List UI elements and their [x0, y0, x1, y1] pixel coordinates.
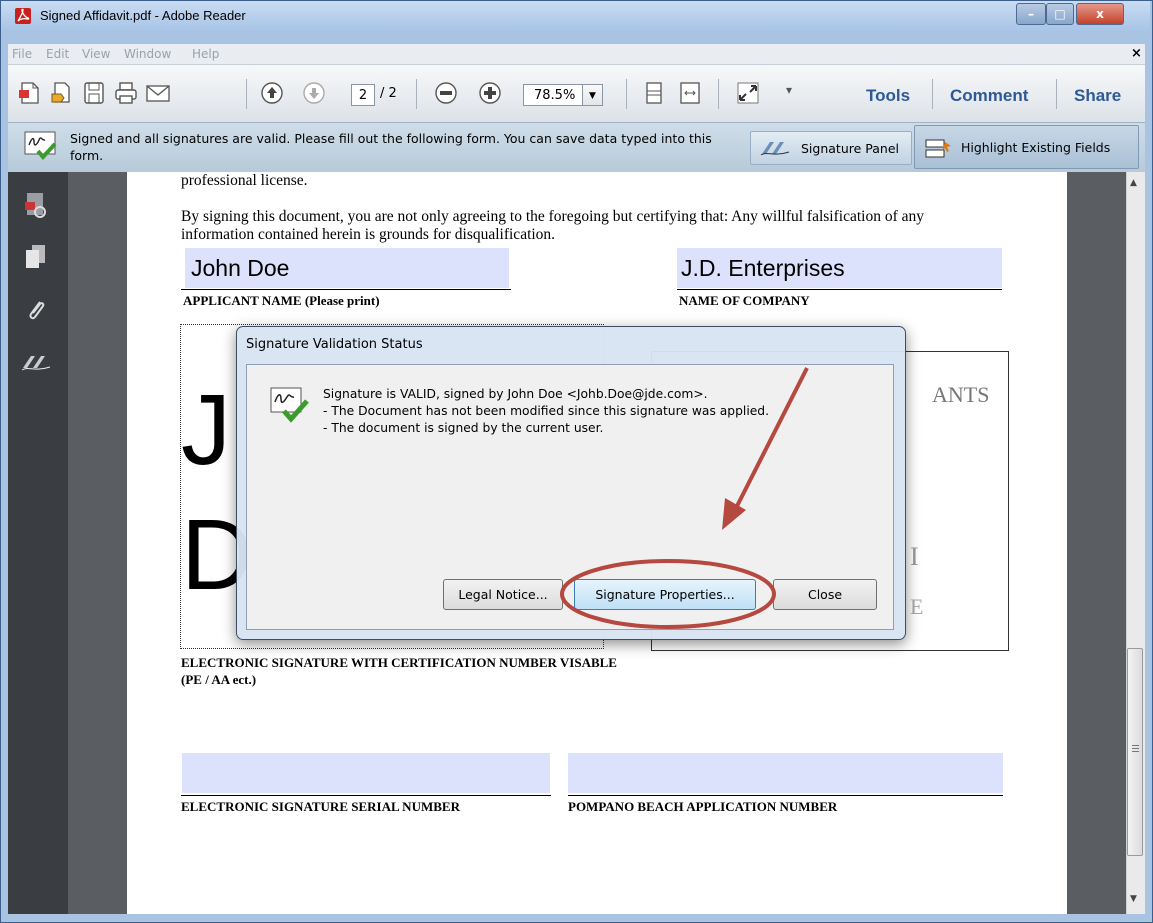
next-page-icon[interactable]	[300, 80, 328, 106]
document-message-bar: Signed and all signatures are valid. Ple…	[8, 122, 1145, 173]
window-title: Signed Affidavit.pdf - Adobe Reader	[40, 8, 246, 23]
serial-number-label: ELECTRONIC SIGNATURE SERIAL NUMBER	[181, 799, 460, 814]
message-bar-text: Signed and all signatures are valid. Ple…	[70, 131, 712, 163]
zoom-in-icon[interactable]	[476, 80, 504, 106]
print-icon[interactable]	[112, 80, 140, 106]
toolbar-separator	[246, 79, 247, 109]
legal-notice-button[interactable]: Legal Notice...	[443, 579, 563, 610]
full-screen-icon[interactable]	[734, 80, 762, 106]
previous-page-icon[interactable]	[258, 80, 286, 106]
dialog-line-valid: Signature is VALID, signed by John Doe <…	[323, 387, 708, 401]
close-document-icon[interactable]: ×	[1131, 46, 1142, 61]
highlight-fields-label: Highlight Existing Fields	[961, 140, 1111, 155]
doc-text-professional-license: professional license.	[181, 172, 308, 189]
company-name-label: NAME OF COMPANY	[679, 293, 810, 308]
dialog-message: Signature is VALID, signed by John Doe <…	[323, 386, 769, 437]
underline	[181, 795, 551, 796]
signature-letter-j: J	[181, 374, 231, 486]
tools-pane-button[interactable]: Tools	[866, 86, 910, 106]
electronic-signature-label: ELECTRONIC SIGNATURE WITH CERTIFICATION …	[181, 655, 617, 687]
signatures-icon[interactable]	[20, 350, 52, 376]
scroll-up-arrow-icon[interactable]: ▲	[1130, 178, 1137, 188]
dialog-body: Signature is VALID, signed by John Doe <…	[246, 364, 894, 630]
page-number-input[interactable]: 2	[351, 84, 375, 106]
fit-width-icon[interactable]	[676, 80, 704, 106]
highlight-fields-icon	[925, 139, 951, 158]
valid-signature-icon	[24, 131, 57, 161]
close-window-button[interactable]: x	[1076, 3, 1124, 25]
underline	[568, 795, 1003, 796]
menu-file[interactable]: File	[12, 47, 32, 61]
scroll-down-arrow-icon[interactable]: ▼	[1130, 894, 1137, 904]
serial-number-field[interactable]	[182, 753, 550, 793]
menu-view[interactable]: View	[82, 47, 110, 61]
scrollbar-thumb[interactable]	[1127, 648, 1143, 856]
pages-icon[interactable]	[22, 242, 50, 272]
open-file-icon[interactable]	[48, 80, 76, 106]
left-navigation-pane	[8, 172, 68, 914]
minimize-button[interactable]: –	[1016, 3, 1046, 25]
signature-pen-icon	[760, 142, 790, 156]
menu-window[interactable]: Window	[124, 47, 171, 61]
applicant-name-value: John Doe	[191, 255, 290, 281]
zoom-out-icon[interactable]	[432, 80, 460, 106]
adobe-reader-icon	[15, 8, 31, 24]
signature-properties-button[interactable]: Signature Properties...	[574, 579, 756, 610]
toolbar: 2 / 2 78.5% ▼ ▾ Tools Comment Share	[8, 64, 1145, 122]
signature-validation-dialog: Signature Validation Status Signature is…	[236, 326, 906, 640]
signature-panel-label: Signature Panel	[801, 141, 899, 156]
comment-pane-button[interactable]: Comment	[950, 86, 1028, 106]
toolbar-separator	[718, 79, 719, 109]
maximize-button[interactable]: □	[1046, 3, 1074, 25]
close-dialog-button[interactable]: Close	[773, 579, 877, 610]
stamp-text-e: E	[910, 594, 924, 619]
company-name-value: J.D. Enterprises	[681, 255, 845, 281]
fit-page-icon[interactable]	[640, 80, 668, 106]
page-total: / 2	[380, 86, 397, 101]
dialog-title: Signature Validation Status	[246, 337, 423, 352]
share-pane-button[interactable]: Share	[1074, 86, 1121, 106]
toolbar-separator	[416, 79, 417, 109]
menu-help[interactable]: Help	[192, 47, 219, 61]
dialog-line-current-user: - The document is signed by the current …	[323, 421, 604, 435]
applicant-name-label: APPLICANT NAME (Please print)	[183, 293, 380, 308]
application-number-field[interactable]	[568, 753, 1003, 793]
valid-signature-check-icon	[270, 387, 309, 423]
zoom-level-input[interactable]: 78.5%	[523, 84, 583, 106]
toolbar-separator	[1056, 79, 1057, 109]
toolbar-separator	[626, 79, 627, 109]
company-name-field[interactable]: J.D. Enterprises	[677, 248, 1002, 288]
underline	[181, 289, 511, 290]
underline	[677, 289, 1002, 290]
highlight-fields-button[interactable]: Highlight Existing Fields	[914, 125, 1139, 169]
applicant-name-field[interactable]: John Doe	[185, 248, 509, 288]
toolbar-overflow-chevron-icon[interactable]: ▾	[786, 83, 792, 97]
zoom-dropdown-chevron-icon[interactable]: ▼	[583, 84, 603, 106]
page-thumbnails-icon[interactable]	[22, 190, 50, 220]
toolbar-separator	[932, 79, 933, 109]
attachments-paperclip-icon[interactable]	[22, 296, 50, 326]
stamp-text-ants: ANTS	[932, 382, 990, 407]
application-number-label: POMPANO BEACH APPLICATION NUMBER	[568, 799, 838, 814]
menu-bar: File Edit View Window Help ×	[8, 44, 1145, 64]
stamp-text-i: I	[910, 542, 919, 571]
save-icon[interactable]	[80, 80, 108, 106]
signature-panel-button[interactable]: Signature Panel	[750, 131, 912, 165]
create-pdf-icon[interactable]	[16, 80, 44, 106]
menu-edit[interactable]: Edit	[46, 47, 69, 61]
email-icon[interactable]	[144, 80, 172, 106]
doc-certification-paragraph: By signing this document, you are not on…	[181, 208, 924, 243]
dialog-line-not-modified: - The Document has not been modified sin…	[323, 404, 770, 418]
